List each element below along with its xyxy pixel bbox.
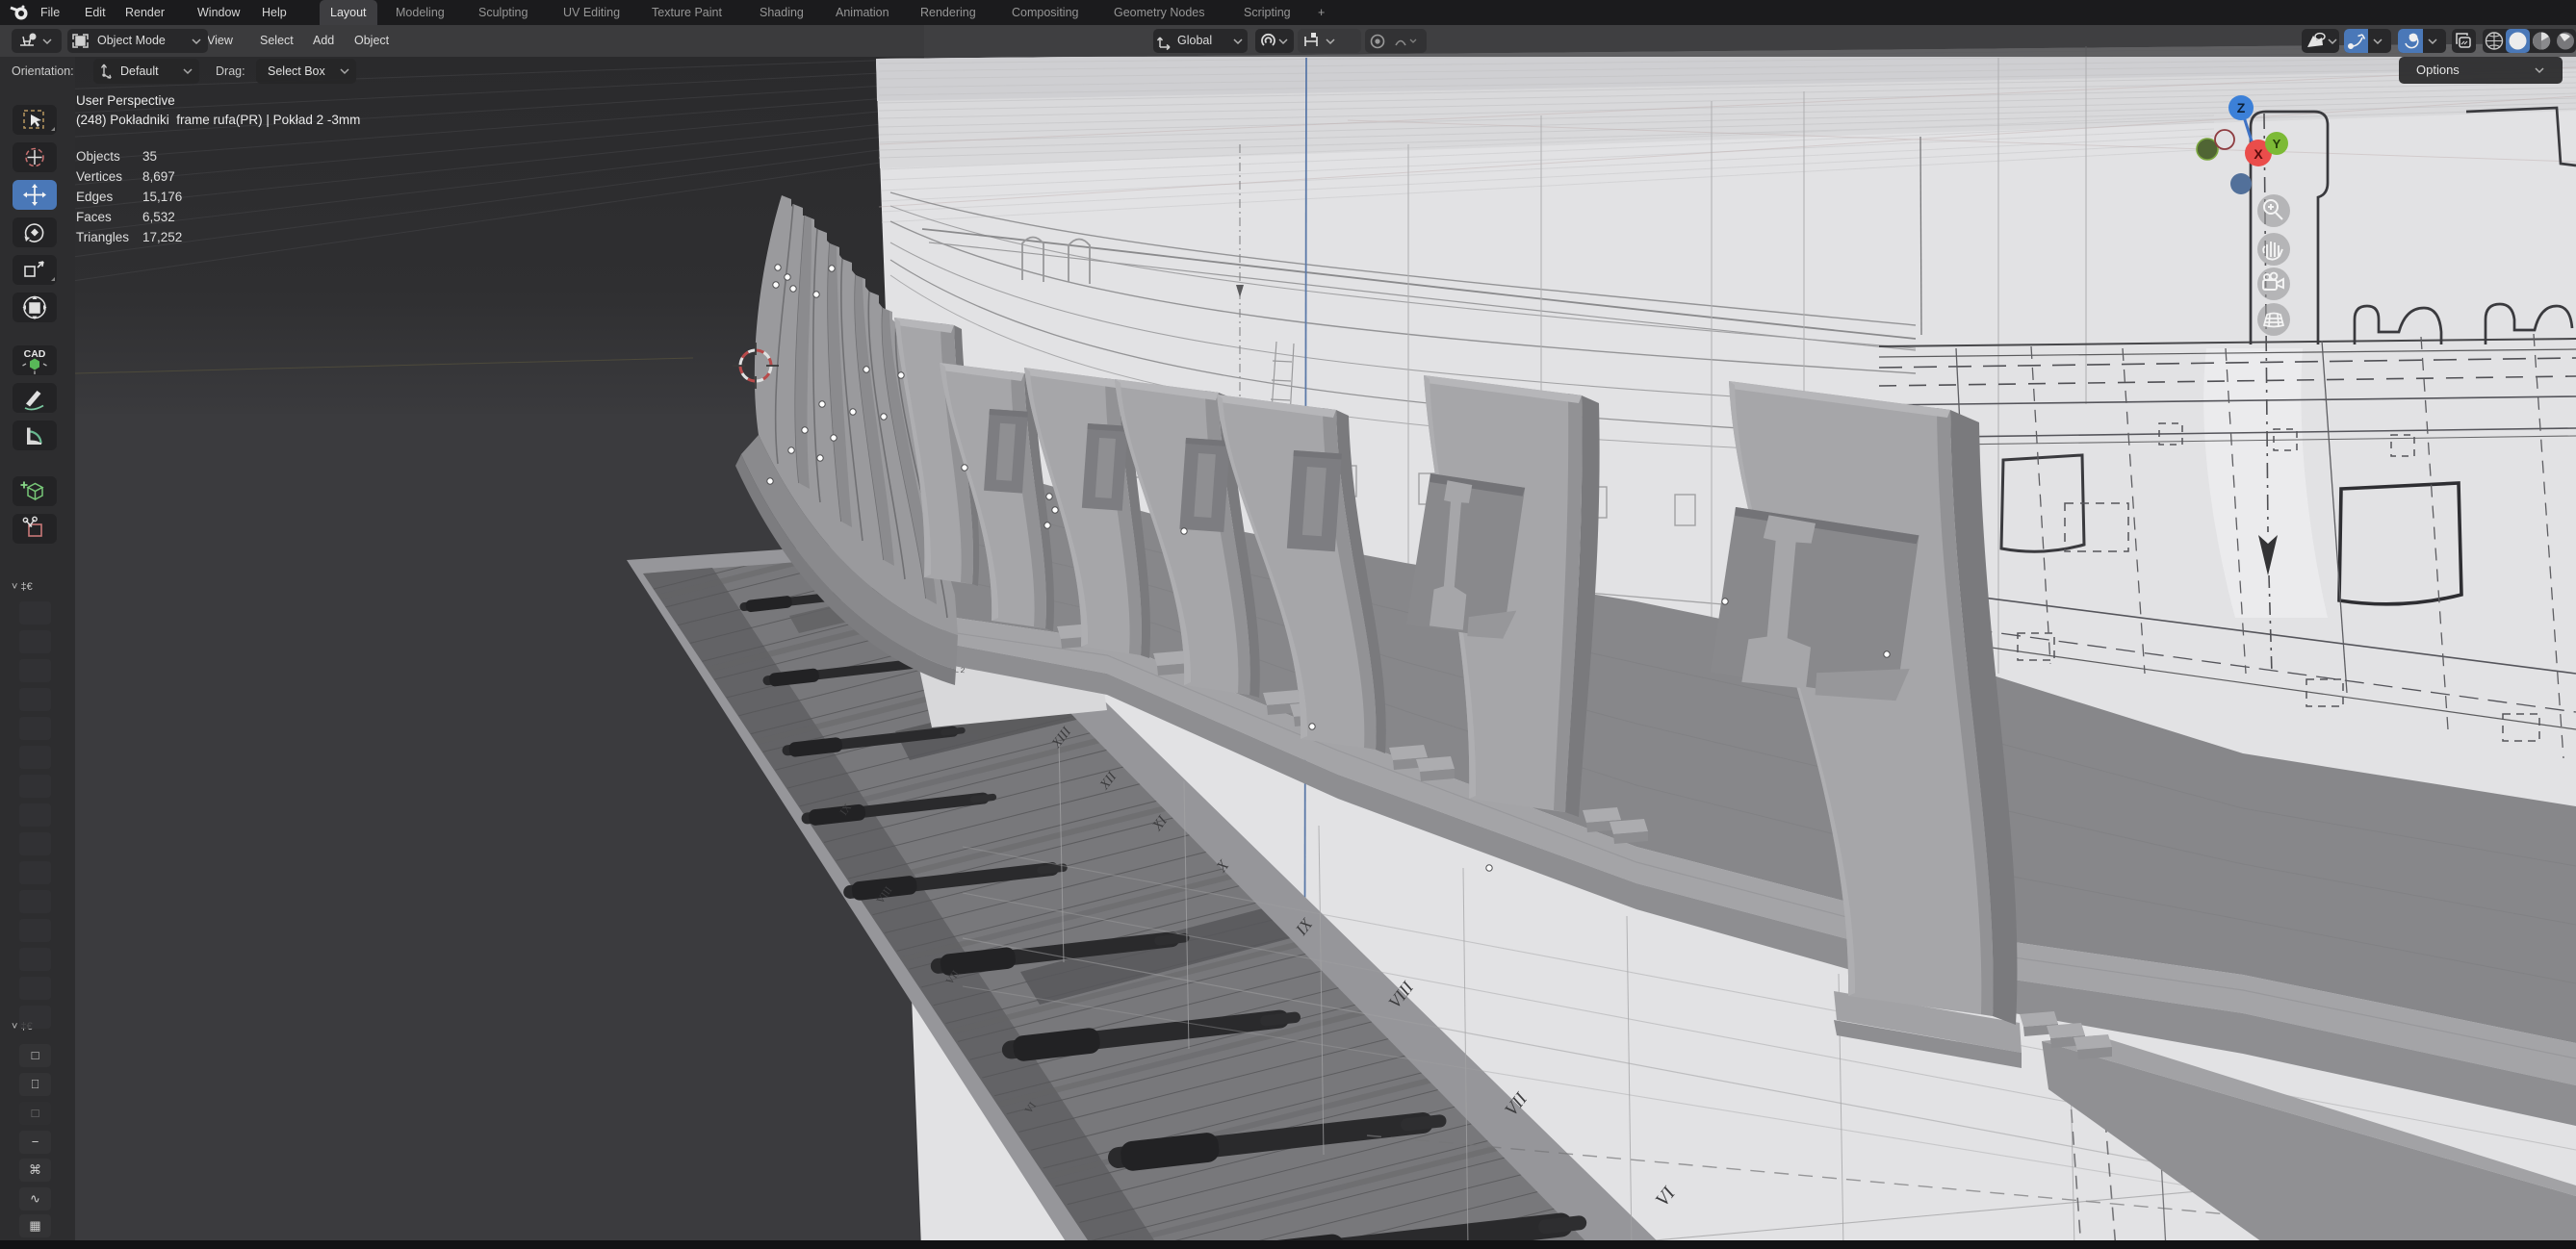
svg-text:Z: Z <box>2237 100 2246 115</box>
svg-text:Y: Y <box>2273 137 2281 151</box>
svg-text:CAD: CAD <box>24 348 46 360</box>
svg-text:X: X <box>2254 146 2263 162</box>
